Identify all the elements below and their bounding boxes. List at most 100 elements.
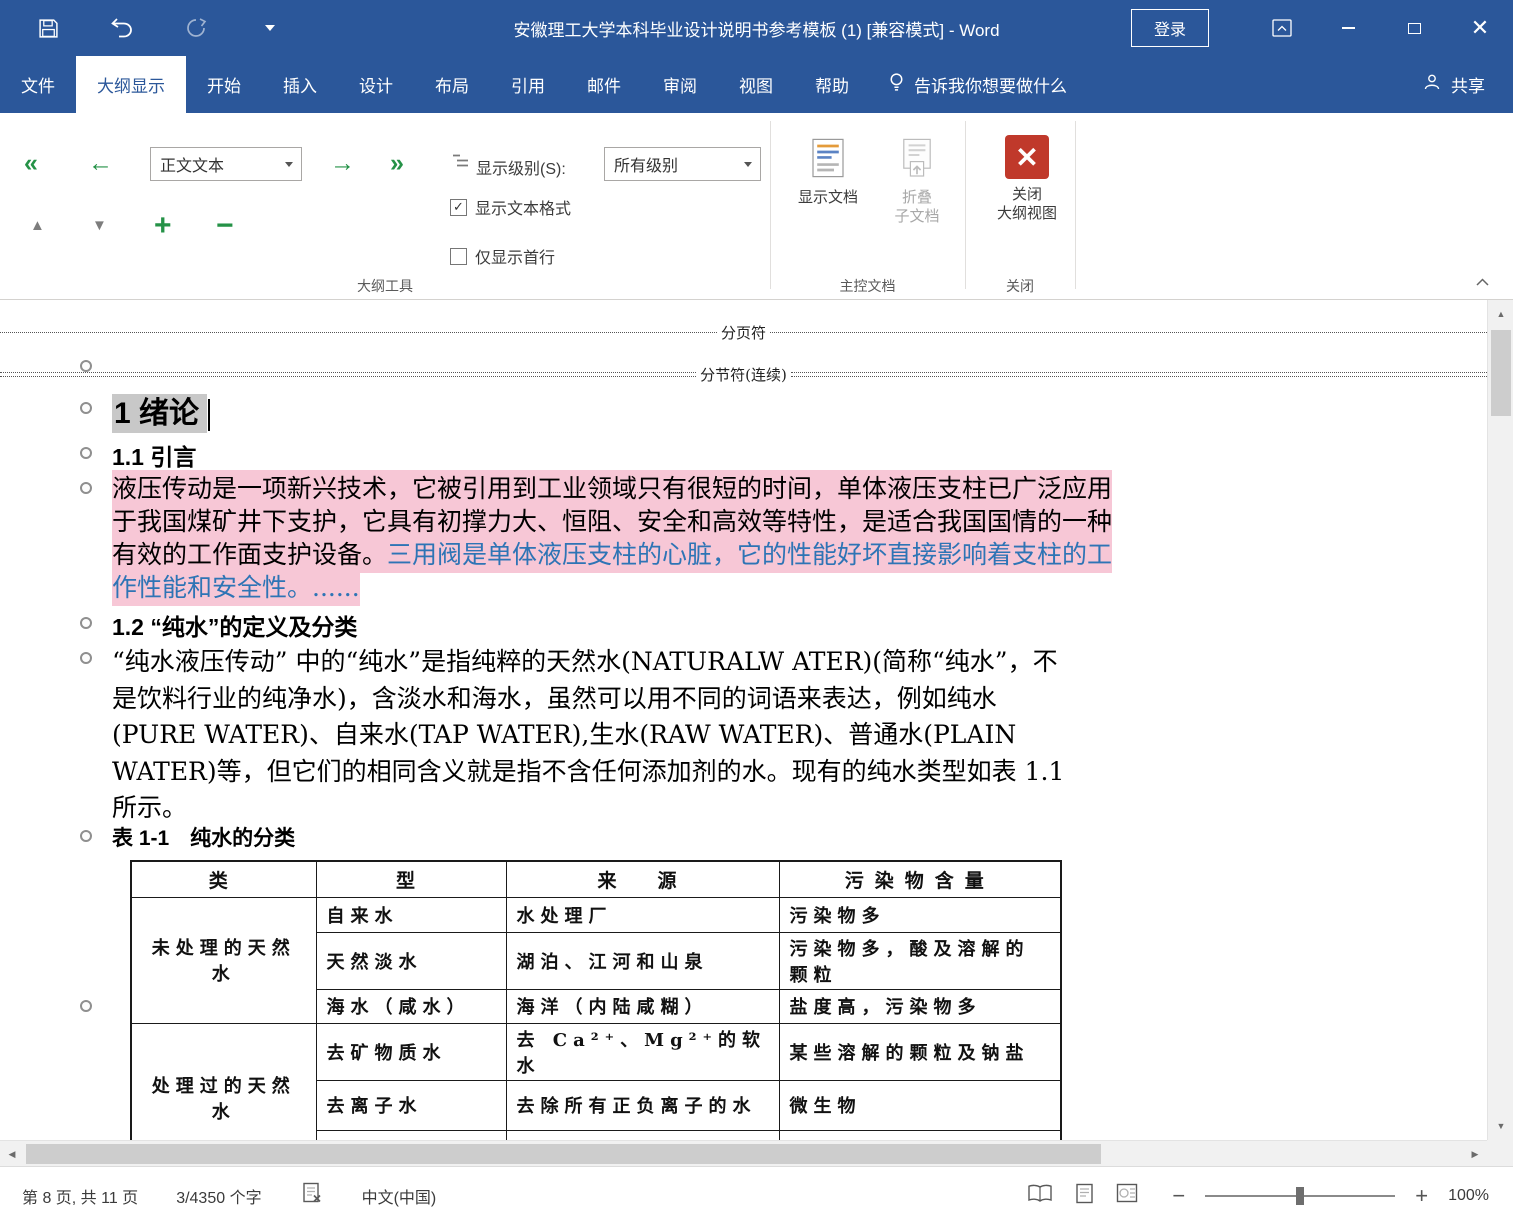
outline-bullet[interactable]	[80, 830, 92, 842]
close-outline-x-icon: ✕	[1005, 135, 1049, 179]
table-caption[interactable]: 表 1-1 纯水的分类	[112, 822, 295, 852]
horizontal-scroll-thumb[interactable]	[26, 1144, 1101, 1164]
table-row: 处理过的天然水 去矿物质水 去 Ca²⁺、Mg²⁺的软水 某些溶解的颗粒及钠盐	[131, 1023, 1061, 1080]
outline-level-select[interactable]: 正文文本	[150, 147, 302, 181]
page-break-marker: 分页符	[0, 322, 1487, 343]
outline-bullet[interactable]	[80, 617, 92, 629]
tab-outlining[interactable]: 大纲显示	[76, 56, 186, 113]
table-cell: 海水（咸水）	[316, 989, 506, 1023]
section-break-label: 分节符(连续)	[696, 364, 791, 385]
zoom-level[interactable]: 100%	[1448, 1187, 1489, 1205]
proofing-errors-icon[interactable]	[300, 1182, 324, 1209]
table-row: 未处理的天然水 自来水 水处理厂 污染物多	[131, 897, 1061, 932]
tab-layout[interactable]: 布局	[414, 56, 490, 113]
scroll-left-icon[interactable]: ◀	[0, 1141, 24, 1167]
embedded-table-image[interactable]: 类 型 来 源 污染物含量 未处理的天然水 自来水 水处理厂 污染物多 天然淡水…	[130, 860, 1062, 1140]
promote-button[interactable]: ←	[88, 151, 113, 176]
table-cell: 某些溶解的颗粒及钠盐	[779, 1023, 1061, 1080]
show-level-label: 显示级别(S):	[476, 155, 566, 179]
print-layout-icon[interactable]	[1075, 1183, 1094, 1209]
word-count[interactable]: 3/4350 个字	[176, 1184, 261, 1208]
zoom-slider[interactable]	[1205, 1195, 1395, 1197]
outline-bullet[interactable]	[80, 1000, 92, 1012]
outline-bullet[interactable]	[80, 482, 92, 494]
table-cell: 海洋（内陆咸糊）	[506, 989, 779, 1023]
outline-bullet[interactable]	[80, 447, 92, 459]
demote-to-bodytext-button[interactable]: »	[390, 151, 404, 176]
tab-view[interactable]: 视图	[718, 56, 794, 113]
vertical-scroll-thumb[interactable]	[1491, 330, 1511, 416]
maximize-button[interactable]	[1381, 0, 1447, 56]
move-down-button[interactable]: ▼	[92, 218, 107, 233]
show-document-button[interactable]: 显示文档	[788, 137, 868, 208]
tell-me-box[interactable]: 告诉我你想要做什么	[870, 56, 1085, 113]
dotted-line	[0, 332, 717, 333]
outline-bullet[interactable]	[80, 402, 92, 414]
table-cell: 水处理厂	[506, 897, 779, 932]
table-header-cell: 来 源	[506, 861, 779, 897]
expand-button[interactable]: +	[154, 211, 172, 241]
web-layout-icon[interactable]	[1116, 1183, 1138, 1208]
collapse-ribbon-icon[interactable]	[1471, 273, 1493, 291]
tab-home[interactable]: 开始	[186, 56, 262, 113]
show-document-icon	[810, 137, 846, 185]
ribbon-display-options-icon[interactable]	[1249, 0, 1315, 56]
table-header-cell: 类	[131, 861, 316, 897]
tab-insert[interactable]: 插入	[262, 56, 338, 113]
paragraph-purewater[interactable]: “纯水液压传动” 中的“纯水”是指纯粹的天然水(NATURALW ATER)(简…	[112, 644, 1070, 827]
show-first-line-only-checkbox[interactable]: 仅显示首行	[450, 244, 555, 268]
dotted-line	[791, 372, 1487, 377]
zoom-out-button[interactable]: −	[1172, 1185, 1185, 1207]
collapse-button[interactable]: −	[216, 211, 234, 241]
customize-qat-icon[interactable]	[256, 14, 284, 42]
tab-design[interactable]: 设计	[338, 56, 414, 113]
tab-references[interactable]: 引用	[490, 56, 566, 113]
show-text-formatting-checkbox[interactable]: ✓ 显示文本格式	[450, 195, 571, 219]
collapse-subdocuments-icon	[899, 137, 935, 185]
close-outline-view-button[interactable]: ✕ 关闭 大纲视图	[984, 135, 1070, 224]
outline-level-value: 正文文本	[151, 152, 277, 176]
tab-help[interactable]: 帮助	[794, 56, 870, 113]
tab-mailings[interactable]: 邮件	[566, 56, 642, 113]
table-header-cell: 污染物含量	[779, 861, 1061, 897]
heading-1-text: 1 绪论	[112, 394, 207, 433]
undo-icon[interactable]	[108, 14, 136, 42]
table-header-row: 类 型 来 源 污染物含量	[131, 861, 1061, 897]
share-button[interactable]: 共享	[1422, 56, 1485, 113]
demote-button[interactable]: →	[330, 151, 355, 176]
document-canvas[interactable]: 分页符 分节符(连续) 1 绪论 1.1 引言 液压传动是一项新兴技术，它被引用…	[0, 300, 1487, 1140]
promote-to-heading1-button[interactable]: «	[24, 151, 38, 176]
sign-in-button[interactable]: 登录	[1131, 9, 1209, 47]
move-up-button[interactable]: ▲	[30, 218, 45, 233]
show-level-select[interactable]: 所有级别	[604, 147, 761, 181]
table-cell: 去除所有正负离子的水	[506, 1080, 779, 1130]
minimize-button[interactable]	[1315, 0, 1381, 56]
scroll-down-icon[interactable]: ▼	[1488, 1114, 1513, 1138]
scroll-up-icon[interactable]: ▲	[1488, 302, 1513, 326]
close-button[interactable]: ✕	[1447, 0, 1513, 56]
show-document-label: 显示文档	[798, 189, 858, 208]
page-indicator[interactable]: 第 8 页, 共 11 页	[22, 1184, 138, 1208]
read-mode-icon[interactable]	[1027, 1184, 1053, 1208]
table-group-cell: 未处理的天然水	[131, 897, 316, 1023]
zoom-in-button[interactable]: +	[1415, 1185, 1428, 1207]
language-indicator[interactable]: 中文(中国)	[362, 1184, 437, 1208]
outline-bullet[interactable]	[80, 652, 92, 664]
master-document-group-label: 主控文档	[770, 276, 965, 296]
heading-1[interactable]: 1 绪论	[112, 388, 210, 432]
scroll-right-icon[interactable]: ▶	[1463, 1141, 1487, 1167]
table-cell: 污染物多	[779, 897, 1061, 932]
tab-review[interactable]: 审阅	[642, 56, 718, 113]
heading-1-2[interactable]: 1.2 “纯水”的定义及分类	[112, 608, 357, 642]
status-bar: 第 8 页, 共 11 页 3/4350 个字 中文(中国) − + 100%	[0, 1166, 1513, 1224]
zoom-slider-thumb[interactable]	[1296, 1187, 1304, 1205]
horizontal-scrollbar[interactable]: ◀ ▶	[0, 1140, 1487, 1166]
vertical-scrollbar[interactable]: ▲ ▼	[1487, 300, 1513, 1140]
tab-file[interactable]: 文件	[0, 56, 76, 113]
save-icon[interactable]	[34, 14, 62, 42]
paragraph-highlighted[interactable]: 液压传动是一项新兴技术，它被引用到工业领域只有很短的时间，单体液压支柱已广泛应用…	[112, 472, 1117, 604]
redo-icon[interactable]	[182, 14, 210, 42]
dotted-line	[770, 332, 1487, 333]
heading-1-1[interactable]: 1.1 引言	[112, 438, 196, 472]
table-cell: 去离子水	[316, 1080, 506, 1130]
